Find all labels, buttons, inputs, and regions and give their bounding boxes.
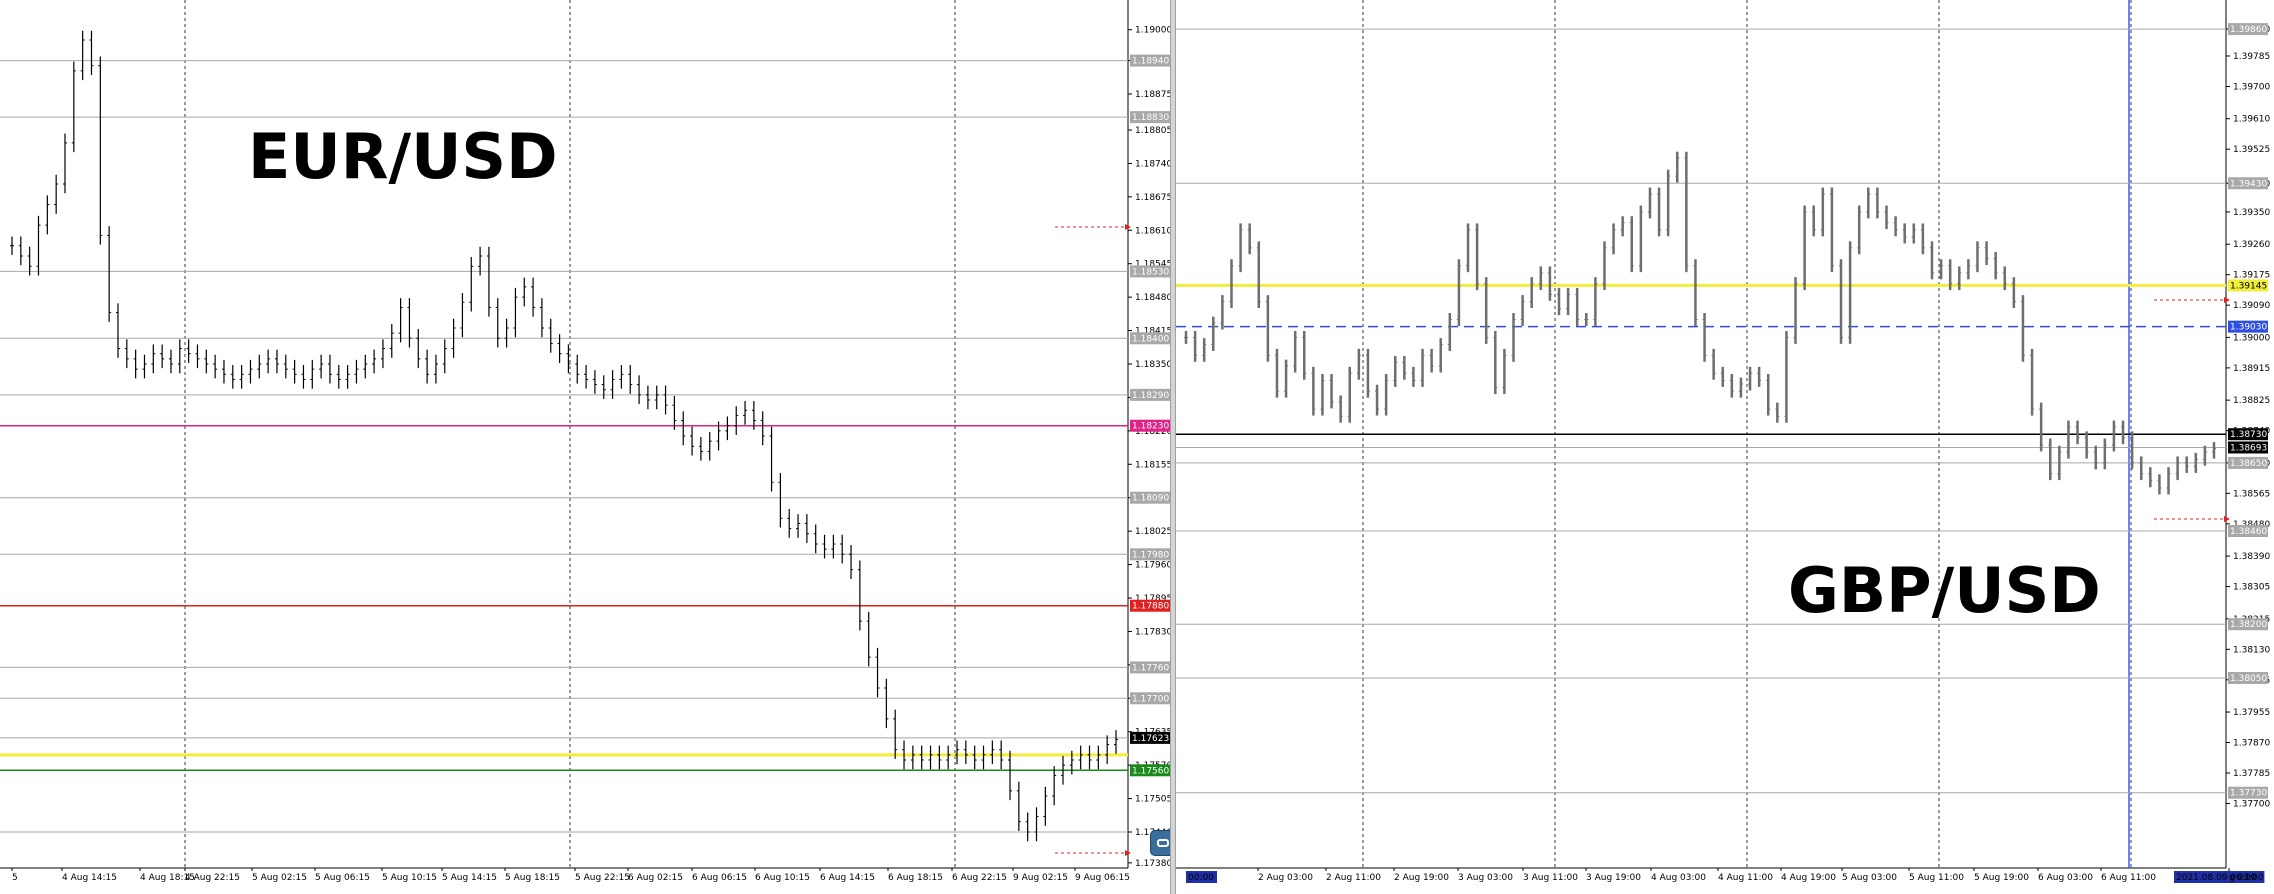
- y-tick-label: 1.39350: [2233, 208, 2270, 218]
- x-tick-label: 4 Aug 22:15: [185, 873, 240, 883]
- price-level-tag-text: 1.18400: [1132, 334, 1169, 344]
- x-tick-label: 6 Aug 11:00: [2101, 873, 2156, 883]
- x-tick-label: 5 Aug 19:00: [1974, 873, 2029, 883]
- y-tick-label: 1.39525: [2233, 145, 2270, 155]
- price-level-tag-text: 1.37730: [2230, 789, 2267, 799]
- y-tick-label: 1.38915: [2233, 364, 2270, 374]
- price-level-tag-text: 1.18830: [1132, 113, 1169, 123]
- price-level-tag-text: 1.17700: [1132, 694, 1169, 704]
- y-tick-label: 1.18350: [1135, 360, 1170, 370]
- x-tick-label: 4 Aug 19:00: [1781, 873, 1836, 883]
- x-tick-label: 9 Aug 02:15: [1013, 873, 1068, 883]
- x-tick-label: 4 Aug 14:15: [62, 873, 117, 883]
- price-level-tag-text: 1.17560: [1132, 766, 1169, 776]
- y-tick-label: 1.18675: [1135, 193, 1170, 203]
- y-tick-label: 1.37700: [2233, 799, 2270, 809]
- price-level-tag-text: 1.38693: [2230, 443, 2267, 453]
- x-tick-label: 4 Aug 03:00: [1651, 873, 1706, 883]
- y-tick-label: 1.38825: [2233, 396, 2270, 406]
- y-tick-label: 1.18480: [1135, 293, 1170, 303]
- price-level-tag-text: 1.17760: [1132, 663, 1169, 673]
- price-level-tag-text: 1.17880: [1132, 602, 1169, 612]
- x-tick-label: 5 Aug 18:15: [505, 873, 560, 883]
- price-level-tag-text: 1.38200: [2230, 620, 2267, 630]
- x-tick-label: 2 Aug 03:00: [1258, 873, 1313, 883]
- x-tick-label: 00:00: [1188, 873, 1214, 883]
- x-tick-label: 5 Aug 03:00: [1842, 873, 1897, 883]
- price-level-tag-text: 1.18530: [1132, 267, 1169, 277]
- alert-arrow-head: [2224, 516, 2230, 522]
- y-tick-label: 1.19000: [1135, 26, 1170, 36]
- x-tick-label: 5 Aug 14:15: [442, 873, 497, 883]
- x-tick-label: 5 Aug 22:15: [575, 873, 630, 883]
- price-level-tag-text: 1.18090: [1132, 494, 1169, 504]
- alert-arrow-head: [2224, 297, 2230, 303]
- y-tick-label: 1.38390: [2233, 552, 2270, 562]
- y-tick-label: 1.39000: [2233, 333, 2270, 343]
- y-tick-label: 1.39090: [2233, 301, 2270, 311]
- price-level-tag-text: 1.17623: [1132, 734, 1169, 744]
- x-tick-label: g 03:00: [2229, 873, 2264, 883]
- x-tick-label: 2 Aug 11:00: [1326, 873, 1381, 883]
- price-level-tag-text: 1.18290: [1132, 391, 1169, 401]
- y-tick-label: 1.37870: [2233, 739, 2270, 749]
- y-tick-label: 1.39175: [2233, 271, 2270, 281]
- y-tick-label: 1.17830: [1135, 627, 1170, 637]
- price-level-tag-text: 1.38050: [2230, 674, 2267, 684]
- y-tick-label: 1.17505: [1135, 795, 1170, 805]
- x-tick-label: 6 Aug 10:15: [755, 873, 810, 883]
- x-tick-label: 6 Aug 14:15: [820, 873, 875, 883]
- x-tick-label: 5 Aug 06:15: [315, 873, 370, 883]
- x-tick-label: 5: [12, 873, 18, 883]
- price-level-tag-text: 1.39860: [2230, 25, 2267, 35]
- x-tick-label: 3 Aug 11:00: [1523, 873, 1578, 883]
- y-tick-label: 1.18875: [1135, 90, 1170, 100]
- x-tick-label: 5 Aug 11:00: [1909, 873, 1964, 883]
- price-level-tag-text: 1.39430: [2230, 179, 2267, 189]
- x-tick-label: 6 Aug 06:15: [692, 873, 747, 883]
- gbpusd-chart-pane[interactable]: 1.39860 1.39785 1.39700 1.39610 1.39525 1.394…: [1176, 0, 2274, 894]
- x-tick-label: 9 Aug 06:15: [1075, 873, 1130, 883]
- y-tick-label: 1.18805: [1135, 126, 1170, 136]
- y-tick-label: 1.38565: [2233, 489, 2270, 499]
- y-tick-label: 1.38305: [2233, 583, 2270, 593]
- price-level-tag-text: 1.39030: [2230, 323, 2267, 333]
- x-tick-label: 3 Aug 03:00: [1458, 873, 1513, 883]
- eurusd-chart[interactable]: 1.19000 1.18940 1.18875 1.18805 1.18740 1.186…: [0, 0, 1170, 894]
- x-tick-label: 6 Aug 02:15: [628, 873, 683, 883]
- y-tick-label: 1.18155: [1135, 460, 1170, 470]
- y-tick-label: 1.17380: [1135, 859, 1170, 869]
- price-level-tag-text: 1.38650: [2230, 459, 2267, 469]
- x-tick-label: 5 Aug 02:15: [252, 873, 307, 883]
- price-level-tag-text: 1.18940: [1132, 57, 1169, 67]
- x-tick-label: 2 Aug 19:00: [1394, 873, 1449, 883]
- y-tick-label: 1.38130: [2233, 645, 2270, 655]
- chart-title: EUR/USD: [248, 120, 558, 193]
- price-level-tag-text: 1.38460: [2230, 527, 2267, 537]
- x-tick-label: 6 Aug 18:15: [888, 873, 943, 883]
- y-tick-label: 1.18610: [1135, 226, 1170, 236]
- price-level-tag-text: 1.17980: [1132, 550, 1169, 560]
- price-level-tag-text: 1.18230: [1132, 422, 1169, 432]
- y-tick-label: 1.39260: [2233, 240, 2270, 250]
- chart-title: GBP/USD: [1788, 554, 2101, 627]
- y-tick-label: 1.37955: [2233, 708, 2270, 718]
- x-tick-label: 4 Aug 11:00: [1718, 873, 1773, 883]
- gbpusd-chart[interactable]: 1.39860 1.39785 1.39700 1.39610 1.39525 1.394…: [1176, 0, 2274, 894]
- y-tick-label: 1.17960: [1135, 561, 1170, 571]
- eurusd-chart-pane[interactable]: 1.19000 1.18940 1.18875 1.18805 1.18740 1.186…: [0, 0, 1176, 894]
- y-tick-label: 1.39785: [2233, 52, 2270, 62]
- price-level-tag-text: 1.38730: [2230, 430, 2267, 440]
- x-tick-label: 6 Aug 03:00: [2038, 873, 2093, 883]
- price-level-tag-text: 1.39145: [2230, 281, 2267, 291]
- y-tick-label: 1.18025: [1135, 527, 1170, 537]
- y-tick-label: 1.18740: [1135, 159, 1170, 169]
- x-tick-label: 6 Aug 22:15: [952, 873, 1007, 883]
- y-tick-label: 1.39610: [2233, 115, 2270, 125]
- x-tick-label: 5 Aug 10:15: [382, 873, 437, 883]
- y-tick-label: 1.37785: [2233, 769, 2270, 779]
- y-tick-label: 1.39700: [2233, 82, 2270, 92]
- x-tick-label: 3 Aug 19:00: [1586, 873, 1641, 883]
